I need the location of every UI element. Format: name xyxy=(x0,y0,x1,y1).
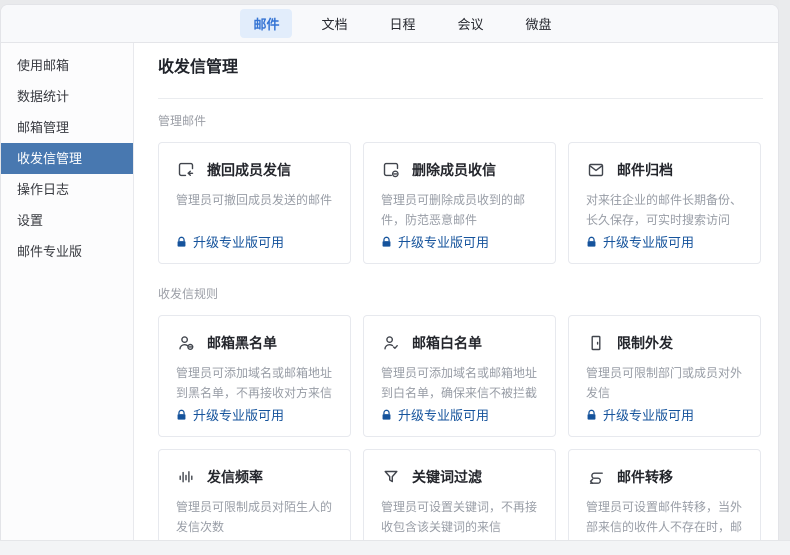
card-mail-archive[interactable]: 邮件归档 对来往企业的邮件长期备份、长久保存，可实时搜索访问 升级专业版可用 xyxy=(568,142,761,264)
card-description: 管理员可限制部门或成员对外发信 xyxy=(586,363,744,403)
admin-console: 邮件 文档 日程 会议 微盘 使用邮箱 数据统计 邮箱管理 收发信管理 操作日志… xyxy=(0,4,779,555)
card-title: 撤回成员发信 xyxy=(207,160,291,180)
sidebar-item-mail-pro[interactable]: 邮件专业版 xyxy=(1,236,133,267)
upgrade-pro-link[interactable]: 升级专业版可用 xyxy=(381,232,489,251)
card-description: 管理员可设置邮件转移，当外部来信的收件人不存在时，邮件被转移到特定邮箱 xyxy=(586,497,744,542)
card-whitelist[interactable]: 邮箱白名单 管理员可添加域名或邮箱地址到白名单，确保来信不被拦截 升级专业版可用 xyxy=(363,315,556,437)
sidebar: 使用邮箱 数据统计 邮箱管理 收发信管理 操作日志 设置 邮件专业版 xyxy=(1,43,134,542)
upgrade-pro-link[interactable]: 升级专业版可用 xyxy=(381,405,489,424)
sidebar-item-operation-log[interactable]: 操作日志 xyxy=(1,174,133,205)
card-description: 管理员可设置关键词，不再接收包含该关键词的来信 xyxy=(381,497,539,537)
card-description: 对来往企业的邮件长期备份、长久保存，可实时搜索访问 xyxy=(586,190,744,230)
section-label-manage-mail: 管理邮件 xyxy=(158,113,760,130)
card-description: 管理员可限制成员对陌生人的发信次数 xyxy=(176,497,334,537)
card-title: 邮箱白名单 xyxy=(412,333,482,353)
card-title: 删除成员收信 xyxy=(412,160,496,180)
lock-icon xyxy=(586,236,597,248)
top-tabs: 邮件 文档 日程 会议 微盘 xyxy=(240,9,564,38)
card-description: 管理员可添加域名或邮箱地址到白名单，确保来信不被拦截 xyxy=(381,363,539,403)
lock-icon xyxy=(176,409,187,421)
app-window: 邮件 文档 日程 会议 微盘 使用邮箱 数据统计 邮箱管理 收发信管理 操作日志… xyxy=(0,0,790,555)
card-description: 管理员可撤回成员发送的邮件 xyxy=(176,190,334,210)
tab-schedule[interactable]: 日程 xyxy=(376,9,428,38)
page-title: 收发信管理 xyxy=(158,57,760,79)
manage-mail-grid: 撤回成员发信 管理员可撤回成员发送的邮件 升级专业版可用 xyxy=(158,142,760,264)
sidebar-item-settings[interactable]: 设置 xyxy=(1,205,133,236)
rules-grid: 邮箱黑名单 管理员可添加域名或邮箱地址到黑名单，不再接收对方来信 升级专业版可用 xyxy=(158,315,760,542)
card-description: 管理员可删除成员收到的邮件，防范恶意邮件 xyxy=(381,190,539,230)
page-background-strip xyxy=(779,0,790,555)
divider xyxy=(158,98,763,99)
lock-icon xyxy=(176,236,187,248)
user-minus-icon xyxy=(176,333,196,353)
card-recall-member-mail[interactable]: 撤回成员发信 管理员可撤回成员发送的邮件 升级专业版可用 xyxy=(158,142,351,264)
card-restrict-outgoing[interactable]: 限制外发 管理员可限制部门或成员对外发信 升级专业版可用 xyxy=(568,315,761,437)
sidebar-item-mailbox-management[interactable]: 邮箱管理 xyxy=(1,112,133,143)
card-keyword-filter[interactable]: 关键词过滤 管理员可设置关键词，不再接收包含该关键词的来信 升级专业版可用 xyxy=(363,449,556,542)
sidebar-item-statistics[interactable]: 数据统计 xyxy=(1,81,133,112)
card-mail-transfer[interactable]: 邮件转移 管理员可设置邮件转移，当外部来信的收件人不存在时，邮件被转移到特定邮箱… xyxy=(568,449,761,542)
sidebar-item-use-mailbox[interactable]: 使用邮箱 xyxy=(1,50,133,81)
frequency-bars-icon xyxy=(176,467,196,487)
card-title: 邮箱黑名单 xyxy=(207,333,277,353)
tab-meeting[interactable]: 会议 xyxy=(445,9,497,38)
card-title: 邮件归档 xyxy=(617,160,673,180)
door-icon xyxy=(586,333,606,353)
lock-icon xyxy=(381,409,392,421)
main-content: 收发信管理 管理邮件 撤回成员发信 管理员可撤回成员发送的邮件 xyxy=(134,43,778,542)
bottom-background-bar xyxy=(0,540,790,555)
transfer-arrow-icon xyxy=(586,467,606,487)
lock-icon xyxy=(586,409,597,421)
card-description: 管理员可添加域名或邮箱地址到黑名单，不再接收对方来信 xyxy=(176,363,334,403)
card-title: 关键词过滤 xyxy=(412,467,482,487)
delete-mail-icon xyxy=(381,160,401,180)
card-delete-member-mail[interactable]: 删除成员收信 管理员可删除成员收到的邮件，防范恶意邮件 升级专业版可用 xyxy=(363,142,556,264)
top-navigation: 邮件 文档 日程 会议 微盘 xyxy=(1,5,778,43)
upgrade-pro-link[interactable]: 升级专业版可用 xyxy=(176,405,284,424)
card-title: 限制外发 xyxy=(617,333,673,353)
upgrade-pro-link[interactable]: 升级专业版可用 xyxy=(176,232,284,251)
lock-icon xyxy=(381,236,392,248)
card-title: 邮件转移 xyxy=(617,467,673,487)
upgrade-pro-link[interactable]: 升级专业版可用 xyxy=(586,405,694,424)
envelope-icon xyxy=(586,160,606,180)
tab-mail[interactable]: 邮件 xyxy=(240,9,292,38)
recall-mail-icon xyxy=(176,160,196,180)
tab-drive[interactable]: 微盘 xyxy=(513,9,565,38)
tab-docs[interactable]: 文档 xyxy=(308,9,360,38)
filter-funnel-icon xyxy=(381,467,401,487)
section-label-send-receive-rules: 收发信规则 xyxy=(158,286,760,303)
user-check-icon xyxy=(381,333,401,353)
card-blacklist[interactable]: 邮箱黑名单 管理员可添加域名或邮箱地址到黑名单，不再接收对方来信 升级专业版可用 xyxy=(158,315,351,437)
card-send-frequency[interactable]: 发信频率 管理员可限制成员对陌生人的发信次数 升级专业版可用 xyxy=(158,449,351,542)
sidebar-item-send-receive-management[interactable]: 收发信管理 xyxy=(1,143,133,174)
upgrade-pro-link[interactable]: 升级专业版可用 xyxy=(586,232,694,251)
card-title: 发信频率 xyxy=(207,467,263,487)
